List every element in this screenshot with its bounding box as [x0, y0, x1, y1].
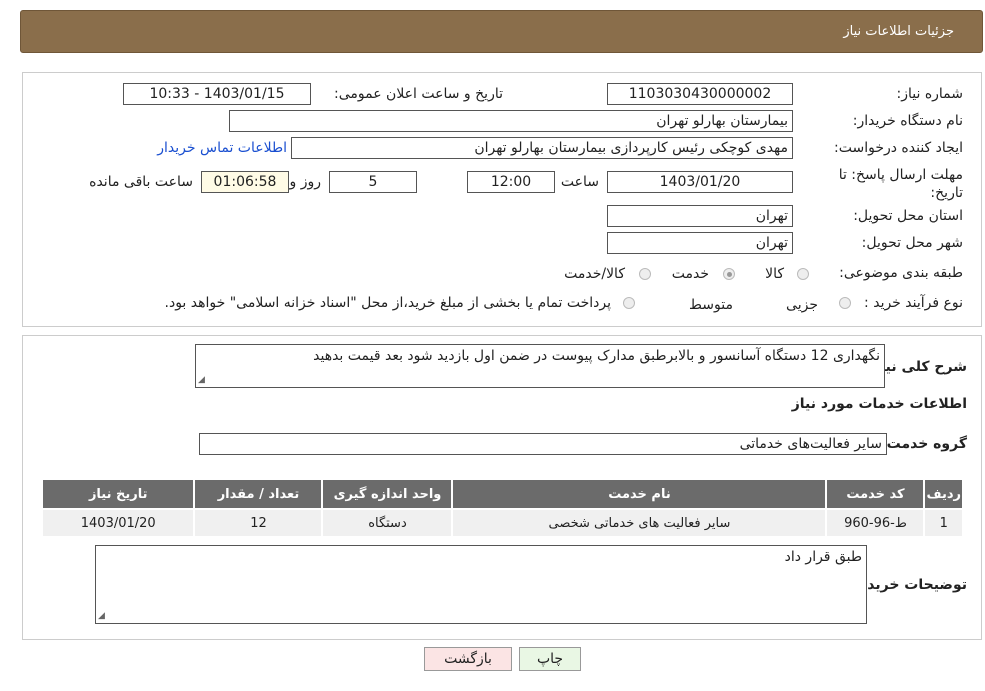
services-table: ردیف کد خدمت نام خدمت واحد اندازه گیری ت… — [40, 478, 964, 538]
service-group-label: گروه خدمت: — [881, 436, 967, 452]
deadline-label: مهلت ارسال پاسخ: تا تاریخ: — [838, 167, 963, 201]
need-number-label: شماره نیاز: — [896, 86, 964, 102]
col-header: واحد اندازه گیری — [321, 478, 454, 510]
creator-label: ایجاد کننده درخواست: — [834, 140, 963, 156]
col-header: ردیف — [923, 478, 964, 510]
province-field: تهران — [607, 205, 793, 227]
category-radio-goods[interactable] — [797, 268, 809, 280]
contact-info-link[interactable]: اطلاعات تماس خریدار — [157, 140, 287, 156]
col-header: نام خدمت — [451, 478, 828, 510]
description-field[interactable]: نگهداری 12 دستگاه آسانسور و بالابرطبق مد… — [195, 344, 885, 388]
purchase-note: پرداخت تمام یا بخشی از مبلغ خرید،از محل … — [164, 295, 611, 311]
need-number-field: 1103030430000002 — [607, 83, 793, 105]
buyer-org-label: نام دستگاه خریدار: — [852, 113, 963, 129]
page-title: جزئیات اطلاعات نیاز — [843, 24, 954, 39]
resize-grip-icon[interactable]: ◢ — [198, 375, 205, 385]
deadline-time-field: 12:00 — [467, 171, 555, 193]
cell-unit: دستگاه — [321, 508, 454, 538]
page-header: جزئیات اطلاعات نیاز — [20, 10, 983, 53]
buyer-notes-field[interactable]: طبق قرار داد ◢ — [95, 545, 867, 624]
city-label: شهر محل تحویل: — [861, 235, 963, 251]
col-header: کد خدمت — [825, 478, 926, 510]
table-row: 1 ط-96-960 سایر فعالیت های خدماتی شخصی د… — [40, 508, 964, 538]
announce-field: 1403/01/15 - 10:33 — [123, 83, 311, 105]
announce-label: تاریخ و ساعت اعلان عمومی: — [334, 86, 503, 102]
cell-need-date: 1403/01/20 — [40, 508, 196, 538]
purchase-option-medium: متوسط — [689, 297, 733, 313]
province-label: استان محل تحویل: — [853, 208, 963, 224]
buyer-org-field: بیمارستان بهارلو تهران — [229, 110, 793, 132]
col-header: تعداد / مقدار — [193, 478, 324, 510]
print-button[interactable]: چاپ — [519, 647, 581, 671]
back-button[interactable]: بازگشت — [424, 647, 512, 671]
purchase-checkbox-treasury[interactable] — [623, 297, 635, 309]
description-text: نگهداری 12 دستگاه آسانسور و بالابرطبق مد… — [313, 348, 880, 364]
remaining-time-field: 01:06:58 — [201, 171, 289, 193]
creator-field: مهدی کوچکی رئیس کارپردازی بیمارستان بهار… — [291, 137, 793, 159]
cell-service-name: سایر فعالیت های خدماتی شخصی — [451, 508, 828, 538]
category-option-both: کالا/خدمت — [564, 266, 625, 282]
days-label: روز و — [289, 174, 322, 190]
category-radio-both[interactable] — [639, 268, 651, 280]
category-option-goods: کالا — [765, 266, 784, 282]
resize-grip-icon[interactable]: ◢ — [98, 611, 105, 621]
remaining-label: ساعت باقی مانده — [89, 174, 193, 190]
purchase-type-label: نوع فرآیند خرید : — [864, 295, 963, 311]
cell-row-number: 1 — [923, 508, 964, 538]
info-panel: شماره نیاز: 1103030430000002 تاریخ و ساع… — [22, 72, 982, 327]
purchase-radio-minor[interactable] — [839, 297, 851, 309]
services-title: اطلاعات خدمات مورد نیاز — [791, 396, 967, 412]
purchase-option-minor: جزیی — [786, 297, 818, 313]
category-radio-service[interactable] — [723, 268, 735, 280]
deadline-date-field: 1403/01/20 — [607, 171, 793, 193]
table-header-row: ردیف کد خدمت نام خدمت واحد اندازه گیری ت… — [40, 478, 964, 510]
category-option-service: خدمت — [671, 266, 709, 282]
cell-service-code: ط-96-960 — [825, 508, 926, 538]
time-label: ساعت — [560, 174, 599, 190]
buyer-notes-text: طبق قرار داد — [784, 549, 862, 565]
days-field: 5 — [329, 171, 417, 193]
city-field: تهران — [607, 232, 793, 254]
service-group-field: سایر فعالیت‌های خدماتی — [199, 433, 887, 455]
col-header: تاریخ نیاز — [40, 478, 196, 510]
details-panel: شرح کلی نیاز: نگهداری 12 دستگاه آسانسور … — [22, 335, 982, 640]
category-label: طبقه بندی موضوعی: — [839, 265, 963, 281]
cell-quantity: 12 — [193, 508, 324, 538]
